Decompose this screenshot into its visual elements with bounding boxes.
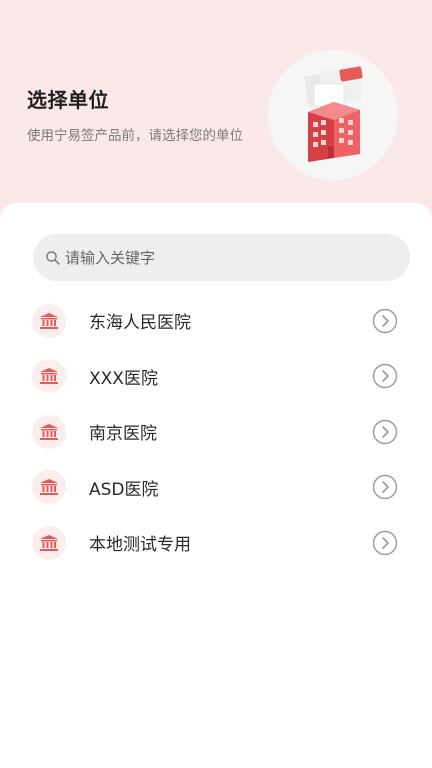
institution-icon [32, 303, 66, 338]
search-input[interactable] [63, 247, 387, 268]
unit-label: 本地测试专用 [89, 535, 191, 556]
chevron-right-icon[interactable] [372, 530, 398, 556]
unit-label: 东海人民医院 [89, 313, 191, 334]
institution-icon [32, 414, 66, 449]
page-title: 选择单位 [27, 88, 109, 112]
list-item[interactable]: 南京医院 [0, 404, 432, 460]
list-item[interactable]: ASD医院 [0, 460, 432, 516]
list-item[interactable]: XXX医院 [0, 349, 432, 405]
unit-label: 南京医院 [89, 424, 157, 445]
unit-label: ASD医院 [89, 479, 159, 500]
chevron-right-icon[interactable] [372, 308, 398, 334]
search-icon [46, 250, 60, 265]
search-bar[interactable] [33, 234, 410, 281]
chevron-right-icon[interactable] [372, 474, 398, 500]
unit-card: 东海人民医院 XXX医院 [0, 203, 432, 768]
header: 选择单位 使用宁易签产品前，请选择您的单位 [0, 0, 432, 210]
institution-icon [32, 470, 66, 505]
list-item[interactable]: 本地测试专用 [0, 515, 432, 571]
institution-icon [32, 359, 66, 394]
list-item[interactable]: 东海人民医院 [0, 293, 432, 349]
chevron-right-icon[interactable] [372, 419, 398, 445]
institution-icon [32, 525, 66, 560]
unit-label: XXX医院 [89, 368, 158, 389]
hospital-building-illustration [268, 50, 398, 180]
page-subtitle: 使用宁易签产品前，请选择您的单位 [27, 128, 243, 144]
chevron-right-icon[interactable] [372, 363, 398, 389]
unit-list: 东海人民医院 XXX医院 南京医院 ASD医院 本地测试专用 [0, 293, 432, 571]
